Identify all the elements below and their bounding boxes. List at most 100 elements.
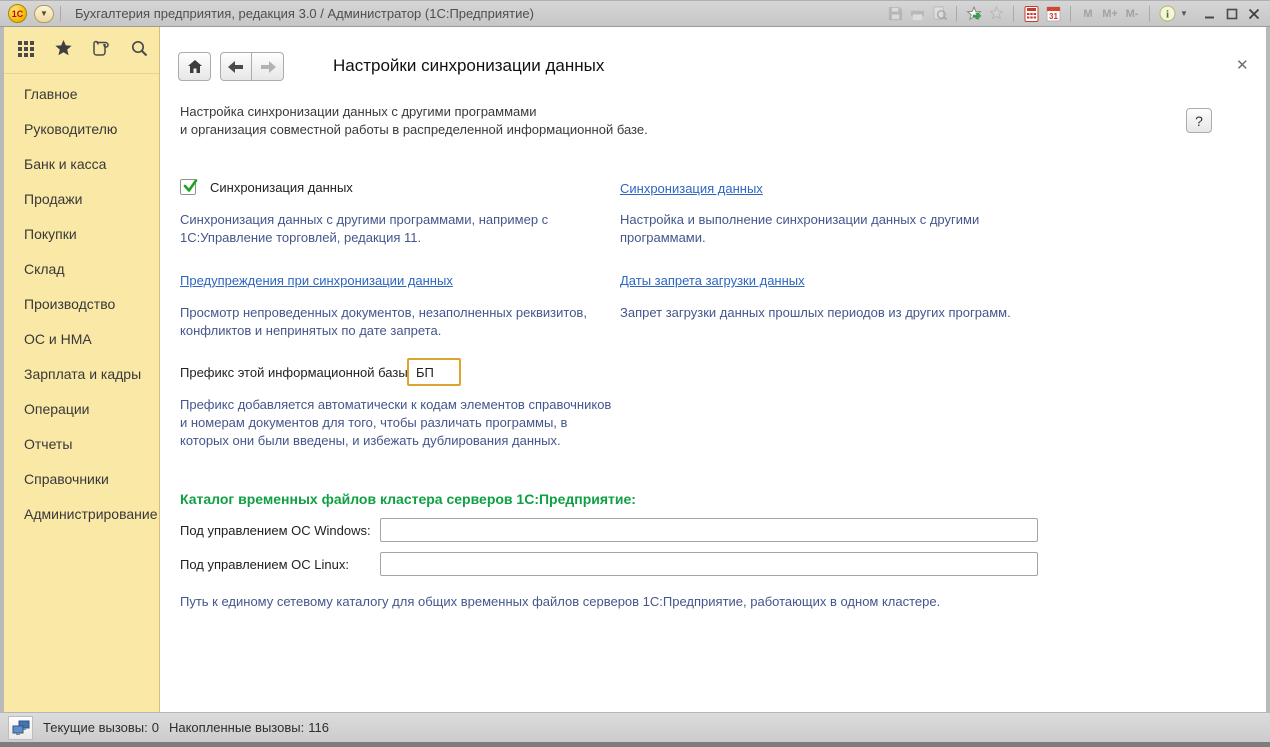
divider <box>1070 6 1071 22</box>
sidebar-item-prodazhi[interactable]: Продажи <box>4 181 159 216</box>
sections-menu-icon[interactable] <box>16 39 35 58</box>
desc-line: Запрет загрузки данных прошлых периодов … <box>620 304 1011 322</box>
sidebar-item-otchety[interactable]: Отчеты <box>4 426 159 461</box>
sidebar-item-glavnoe[interactable]: Главное <box>4 76 159 111</box>
cluster-note: Путь к единому сетевому каталогу для общ… <box>180 593 940 611</box>
window-title: Бухгалтерия предприятия, редакция 3.0 / … <box>75 6 534 21</box>
memory-plus-button[interactable]: M+ <box>1099 8 1121 20</box>
minimize-button[interactable] <box>1200 5 1220 23</box>
sync-checkbox-label[interactable]: Синхронизация данных <box>210 180 353 195</box>
sync-checkbox-row: Синхронизация данных <box>180 179 353 195</box>
desc-line: Настройка и выполнение синхронизации дан… <box>620 211 979 229</box>
page-intro: Настройка синхронизации данных с другими… <box>180 103 648 139</box>
divider <box>1149 6 1150 22</box>
svg-text:i: i <box>1165 9 1168 21</box>
ban-dates-desc: Запрет загрузки данных прошлых периодов … <box>620 304 1011 322</box>
accumulated-calls-value: 116 <box>308 720 329 735</box>
note-line: и номерам документов для того, чтобы раз… <box>180 414 611 432</box>
prefix-note: Префикс добавляется автоматически к кода… <box>180 396 611 450</box>
forward-arrow-icon <box>260 61 276 73</box>
sidebar-item-administrirovanie[interactable]: Администрирование <box>4 496 159 531</box>
system-menu-button[interactable]: ▼ <box>34 5 54 23</box>
desc-line: 1С:Управление торговлей, редакция 11. <box>180 229 548 247</box>
info-dropdown-chevron-icon[interactable]: ▼ <box>1178 4 1190 24</box>
home-button[interactable] <box>178 52 211 81</box>
info-icon[interactable]: i <box>1156 4 1178 24</box>
sidebar-item-os-i-nma[interactable]: ОС и НМА <box>4 321 159 356</box>
sync-warnings-link[interactable]: Предупреждения при синхронизации данных <box>180 273 453 288</box>
home-icon <box>187 59 203 74</box>
window-frame-bottom <box>0 742 1270 747</box>
current-calls-value: 0 <box>152 720 159 735</box>
desc-line: конфликтов и непринятых по дате запрета. <box>180 322 587 340</box>
search-icon[interactable] <box>130 39 149 58</box>
back-button[interactable] <box>220 52 252 81</box>
window-frame-right <box>1266 27 1270 712</box>
divider <box>1013 6 1014 22</box>
page-intro-line: и организация совместной работы в распре… <box>180 121 648 139</box>
note-line: которых они были введены, и избежать дуб… <box>180 432 611 450</box>
sidebar-item-zarplata-i-kadry[interactable]: Зарплата и кадры <box>4 356 159 391</box>
sync-settings-desc: Настройка и выполнение синхронизации дан… <box>620 211 979 247</box>
close-window-button[interactable] <box>1244 5 1264 23</box>
sidebar-item-bank-i-kassa[interactable]: Банк и касса <box>4 146 159 181</box>
accumulated-calls-label: Накопленные вызовы: <box>169 720 304 735</box>
add-favorite-icon[interactable] <box>963 4 985 24</box>
calendar-icon[interactable]: 31 <box>1042 4 1064 24</box>
checkmark-icon <box>182 177 199 194</box>
forward-button[interactable] <box>252 52 284 81</box>
note-line: Префикс добавляется автоматически к кода… <box>180 396 611 414</box>
sidebar-menu: Главное Руководителю Банк и касса Продаж… <box>4 74 159 531</box>
divider <box>60 6 61 22</box>
desc-line: Синхронизация данных с другими программа… <box>180 211 548 229</box>
sidebar-item-proizvodstvo[interactable]: Производство <box>4 286 159 321</box>
memory-recall-button[interactable]: M <box>1077 8 1099 20</box>
statusbar: Текущие вызовы: 0 Накопленные вызовы: 11… <box>0 712 1270 742</box>
windows-path-input[interactable] <box>380 518 1038 542</box>
sidebar-item-operacii[interactable]: Операции <box>4 391 159 426</box>
app-logo-1c-icon[interactable]: 1С <box>8 4 27 23</box>
favorites-star-icon[interactable] <box>54 39 73 58</box>
performance-indicator-button[interactable] <box>8 716 33 740</box>
prefix-label: Префикс этой информационной базы: <box>180 365 411 380</box>
chevron-down-icon: ▼ <box>40 9 48 18</box>
back-arrow-icon <box>228 61 244 73</box>
prefix-input[interactable] <box>407 358 461 386</box>
help-button[interactable]: ? <box>1186 108 1212 133</box>
sync-checkbox-desc: Синхронизация данных с другими программа… <box>180 211 548 247</box>
app-window: { "titlebar": { "title": "Бухгалтерия пр… <box>0 0 1270 747</box>
titlebar-toolbar: 31 M M+ M- i ▼ <box>884 1 1270 26</box>
divider <box>956 6 957 22</box>
linux-path-input[interactable] <box>380 552 1038 576</box>
titlebar: 1С ▼ Бухгалтерия предприятия, редакция 3… <box>0 0 1270 27</box>
sync-warnings-desc: Просмотр непроведенных документов, незап… <box>180 304 587 340</box>
save-icon[interactable] <box>884 4 906 24</box>
server-calls-icon <box>12 720 30 736</box>
page-title: Настройки синхронизации данных <box>333 56 604 76</box>
cluster-section-header: Каталог временных файлов кластера сервер… <box>180 491 636 507</box>
windows-path-label: Под управлением ОС Windows: <box>180 523 371 538</box>
sidebar-item-spravochniki[interactable]: Справочники <box>4 461 159 496</box>
sidebar-toolbar <box>4 27 159 73</box>
favorites-icon[interactable] <box>985 4 1007 24</box>
sync-checkbox[interactable] <box>180 179 196 195</box>
maximize-button[interactable] <box>1222 5 1242 23</box>
main-content: Настройки синхронизации данных ✕ Настрой… <box>160 27 1266 712</box>
ban-dates-link[interactable]: Даты запрета загрузки данных <box>620 273 805 288</box>
memory-minus-button[interactable]: M- <box>1121 8 1143 20</box>
sidebar-item-pokupki[interactable]: Покупки <box>4 216 159 251</box>
sidebar-item-sklad[interactable]: Склад <box>4 251 159 286</box>
desc-line: программами. <box>620 229 979 247</box>
page-intro-line: Настройка синхронизации данных с другими… <box>180 103 648 121</box>
desc-line: Просмотр непроведенных документов, незап… <box>180 304 587 322</box>
sidebar-item-rukovoditelyu[interactable]: Руководителю <box>4 111 159 146</box>
history-icon[interactable] <box>92 39 111 58</box>
close-form-button[interactable]: ✕ <box>1236 58 1249 73</box>
print-preview-icon[interactable] <box>928 4 950 24</box>
sync-settings-link[interactable]: Синхронизация данных <box>620 181 763 196</box>
svg-text:31: 31 <box>1049 12 1058 21</box>
linux-path-label: Под управлением ОС Linux: <box>180 557 349 572</box>
calculator-icon[interactable] <box>1020 4 1042 24</box>
print-icon[interactable] <box>906 4 928 24</box>
nav-history-group <box>220 52 284 81</box>
